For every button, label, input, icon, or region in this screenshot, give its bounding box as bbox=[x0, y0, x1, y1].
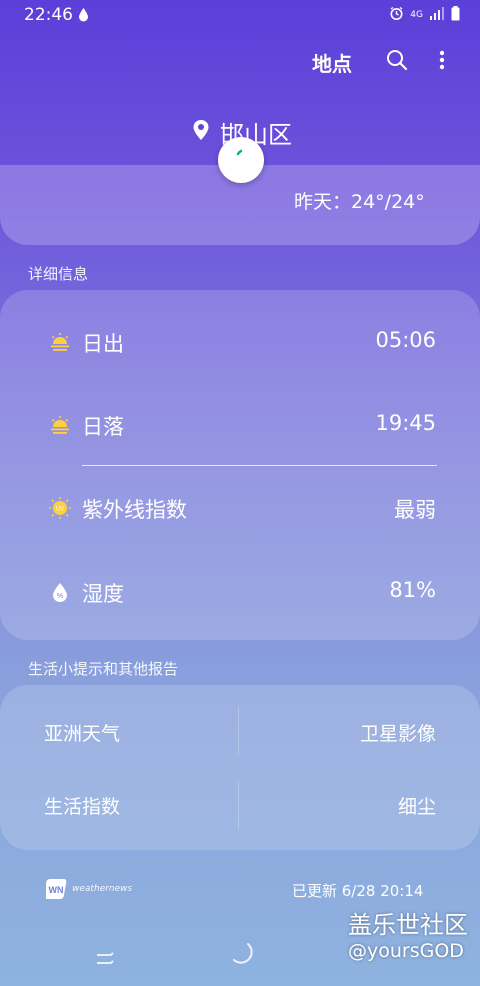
sunset-icon bbox=[48, 413, 72, 437]
uv-icon: UV bbox=[48, 496, 72, 520]
detail-label: 日出 bbox=[82, 332, 124, 356]
weathernews-logo-icon: WN bbox=[46, 879, 67, 899]
tip-asia-weather[interactable]: 亚洲天气 bbox=[44, 719, 120, 746]
battery-icon bbox=[451, 6, 460, 24]
status-time: 22:46 bbox=[24, 5, 73, 25]
tip-fine-dust[interactable]: 细尘 bbox=[398, 792, 436, 819]
svg-text:UV: UV bbox=[56, 507, 64, 513]
updated-time: 已更新 6/28 20:14 bbox=[292, 882, 424, 900]
detail-value: 最弱 bbox=[394, 498, 436, 522]
tips-separator bbox=[238, 781, 239, 829]
detail-value: 05:06 bbox=[375, 328, 436, 352]
svg-text:WN: WN bbox=[49, 885, 64, 895]
more-options-icon[interactable] bbox=[436, 48, 448, 76]
tips-section-label: 生活小提示和其他报告 bbox=[28, 660, 179, 678]
location-pin-icon bbox=[192, 119, 210, 145]
provider-name: weathernews bbox=[72, 884, 133, 894]
humidity-icon: % bbox=[48, 580, 72, 604]
weathernews-logo[interactable]: WN weathernews bbox=[46, 878, 132, 900]
tips-separator bbox=[238, 707, 239, 755]
detail-row-sunset: 日落 19:45 bbox=[0, 405, 480, 445]
detail-label: 紫外线指数 bbox=[82, 498, 187, 522]
detail-value: 81% bbox=[389, 578, 436, 602]
detail-row-uv: UV 紫外线指数 最弱 bbox=[0, 488, 480, 528]
signal-icon bbox=[429, 7, 445, 23]
details-section-label: 详细信息 bbox=[28, 265, 89, 283]
detail-row-humidity: % 湿度 81% bbox=[0, 572, 480, 612]
tip-life-index[interactable]: 生活指数 bbox=[44, 792, 120, 819]
page-title[interactable]: 地点 bbox=[312, 48, 352, 77]
svg-text:%: % bbox=[57, 593, 63, 600]
alarm-icon bbox=[389, 6, 404, 24]
sunrise-icon bbox=[48, 330, 72, 354]
recent-apps-icon[interactable] bbox=[94, 948, 116, 974]
details-divider bbox=[82, 465, 437, 466]
refresh-indicator bbox=[218, 137, 264, 183]
search-icon[interactable] bbox=[386, 49, 408, 75]
watermark-handle: @yoursGOD bbox=[348, 940, 464, 962]
home-icon[interactable] bbox=[228, 940, 254, 970]
detail-label: 湿度 bbox=[82, 582, 124, 606]
detail-value: 19:45 bbox=[375, 411, 436, 435]
status-bar: 22:46 4G bbox=[0, 0, 480, 30]
drop-icon bbox=[78, 7, 89, 26]
status-icons: 4G bbox=[389, 6, 460, 24]
detail-row-sunrise: 日出 05:06 bbox=[0, 322, 480, 362]
tip-satellite[interactable]: 卫星影像 bbox=[360, 719, 436, 746]
network-type: 4G bbox=[410, 10, 423, 20]
detail-label: 日落 bbox=[82, 415, 124, 439]
tips-card: 亚洲天气 卫星影像 生活指数 细尘 bbox=[0, 685, 480, 850]
yesterday-temperature: 昨天：24°/24° bbox=[294, 191, 425, 213]
watermark-title: 盖乐世社区 bbox=[348, 911, 468, 939]
